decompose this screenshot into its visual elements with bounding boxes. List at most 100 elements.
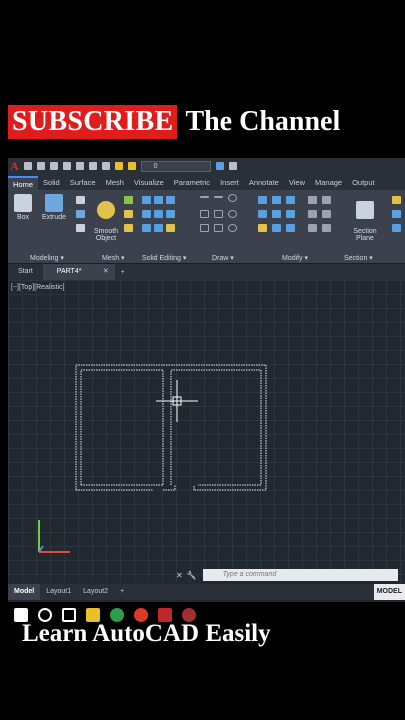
tab-manage[interactable]: Manage <box>310 176 347 190</box>
spline-icon[interactable] <box>200 210 209 218</box>
customize-icon[interactable]: ✕ <box>176 571 183 580</box>
extrude-icon <box>45 194 63 212</box>
arc-icon[interactable] <box>228 194 237 202</box>
polyline-icon[interactable] <box>214 196 223 198</box>
channel-text: The Channel <box>185 106 341 137</box>
open-file-icon[interactable] <box>36 162 45 170</box>
layer-dropdown[interactable]: 0 <box>140 160 211 172</box>
tab-layout2[interactable]: Layout2 <box>77 584 114 600</box>
trim-icon[interactable] <box>286 196 295 204</box>
undo-icon[interactable] <box>88 162 97 170</box>
tab-layout1[interactable]: Layout1 <box>40 584 77 600</box>
subtract-icon[interactable] <box>154 196 163 204</box>
subscribe-banner: SUBSCRIBE The Channel <box>8 104 340 140</box>
intersect-icon[interactable] <box>166 196 175 204</box>
solid-tool-icon[interactable] <box>76 196 85 204</box>
loft-icon[interactable] <box>76 224 85 232</box>
align-icon[interactable] <box>308 224 317 232</box>
circle-icon[interactable] <box>228 210 237 218</box>
wrench-icon[interactable]: 🔧 <box>187 571 197 580</box>
command-input[interactable]: Type a command <box>202 569 398 581</box>
layer-bulb-icon[interactable] <box>114 162 123 170</box>
save-icon[interactable] <box>49 162 58 170</box>
model-space-toggle[interactable]: MODEL <box>373 584 405 600</box>
extract-edges-icon[interactable] <box>154 210 163 218</box>
quick-access-toolbar: A 0 <box>8 158 405 174</box>
panel-draw[interactable]: Draw ▾ <box>212 254 234 262</box>
tab-annotate[interactable]: Annotate <box>244 176 284 190</box>
tab-home[interactable]: Home <box>8 176 39 190</box>
revolve-icon[interactable] <box>76 210 85 218</box>
tab-solid[interactable]: Solid <box>38 176 65 190</box>
match-layer-icon[interactable] <box>215 162 224 170</box>
ellipse-icon[interactable] <box>228 224 237 232</box>
mesh-tool-icon[interactable] <box>124 196 133 204</box>
polyline-3d-icon[interactable] <box>214 210 223 218</box>
erase-icon[interactable] <box>308 210 317 218</box>
tab-visualize[interactable]: Visualize <box>129 176 169 190</box>
section-plane-icon <box>356 201 374 219</box>
add-layout-button[interactable]: + <box>114 584 130 600</box>
polygon-icon[interactable] <box>200 224 209 232</box>
box-button[interactable]: Box <box>12 194 34 221</box>
close-tab-icon[interactable]: ✕ <box>103 264 109 280</box>
new-tab-button[interactable]: + <box>121 269 125 276</box>
copy-icon[interactable] <box>258 210 267 218</box>
panel-mesh[interactable]: Mesh ▾ <box>102 254 125 262</box>
layer-properties-icon[interactable] <box>228 162 237 170</box>
union-icon[interactable] <box>142 196 151 204</box>
panel-modeling[interactable]: Modeling ▾ <box>30 254 64 262</box>
section-tool-icon[interactable] <box>392 196 401 204</box>
stretch-icon[interactable] <box>258 224 267 232</box>
slice-icon[interactable] <box>142 210 151 218</box>
tab-surface[interactable]: Surface <box>65 176 101 190</box>
save-as-icon[interactable] <box>62 162 71 170</box>
document-tabs: Start PART4* ✕ + <box>8 264 405 280</box>
autocad-logo-icon[interactable]: A <box>10 159 19 174</box>
offset-icon[interactable] <box>308 196 317 204</box>
mesh-refine-icon[interactable] <box>124 224 133 232</box>
panel-section[interactable]: Section ▾ <box>344 254 373 262</box>
move-icon[interactable] <box>258 196 267 204</box>
tab-insert[interactable]: Insert <box>215 176 244 190</box>
tab-mesh[interactable]: Mesh <box>101 176 129 190</box>
new-file-icon[interactable] <box>23 162 32 170</box>
floor-plan-walls <box>75 364 267 491</box>
chamfer-edge-icon[interactable] <box>154 224 163 232</box>
tab-start[interactable]: Start <box>8 264 43 280</box>
redo-icon[interactable] <box>101 162 110 170</box>
extrude-button[interactable]: Extrude <box>40 194 68 221</box>
fillet-edge-icon[interactable] <box>142 224 151 232</box>
smooth-object-button[interactable]: Smooth Object <box>92 194 120 242</box>
separate-icon[interactable] <box>166 224 175 232</box>
tab-model[interactable]: Model <box>8 584 41 600</box>
tab-view[interactable]: View <box>284 176 310 190</box>
autocad-window: A 0 Home Solid Surface Mesh Visualize Pa… <box>8 158 405 602</box>
scale-icon[interactable] <box>272 224 281 232</box>
layer-sun-icon[interactable] <box>127 162 136 170</box>
mesh-smooth-icon[interactable] <box>124 210 133 218</box>
panel-solid-editing[interactable]: Solid Editing ▾ <box>142 254 186 262</box>
panel-modify[interactable]: Modify ▾ <box>282 254 308 262</box>
rectangle-icon[interactable] <box>214 224 223 232</box>
tab-parametric[interactable]: Parametric <box>169 176 215 190</box>
line-icon[interactable] <box>200 196 209 198</box>
section-plane-button[interactable]: Section Plane <box>348 194 382 242</box>
extend-icon[interactable] <box>322 210 331 218</box>
tab-output[interactable]: Output <box>347 176 380 190</box>
shell-icon[interactable] <box>166 210 175 218</box>
drawing-canvas[interactable]: [−][Top][Realistic] <box>8 280 405 582</box>
array-icon[interactable] <box>286 224 295 232</box>
section-tool2-icon[interactable] <box>392 210 401 218</box>
tab-part4[interactable]: PART4* ✕ <box>42 264 115 280</box>
ribbon-tabs: Home Solid Surface Mesh Visualize Parame… <box>8 174 405 190</box>
plot-icon[interactable] <box>75 162 84 170</box>
fillet-icon[interactable] <box>286 210 295 218</box>
section-tool3-icon[interactable] <box>392 224 401 232</box>
join-icon[interactable] <box>322 224 331 232</box>
right-room-inner <box>170 369 262 486</box>
explode-icon[interactable] <box>322 196 331 204</box>
mirror-icon[interactable] <box>272 210 281 218</box>
smooth-sphere-icon <box>97 201 115 219</box>
rotate-icon[interactable] <box>272 196 281 204</box>
